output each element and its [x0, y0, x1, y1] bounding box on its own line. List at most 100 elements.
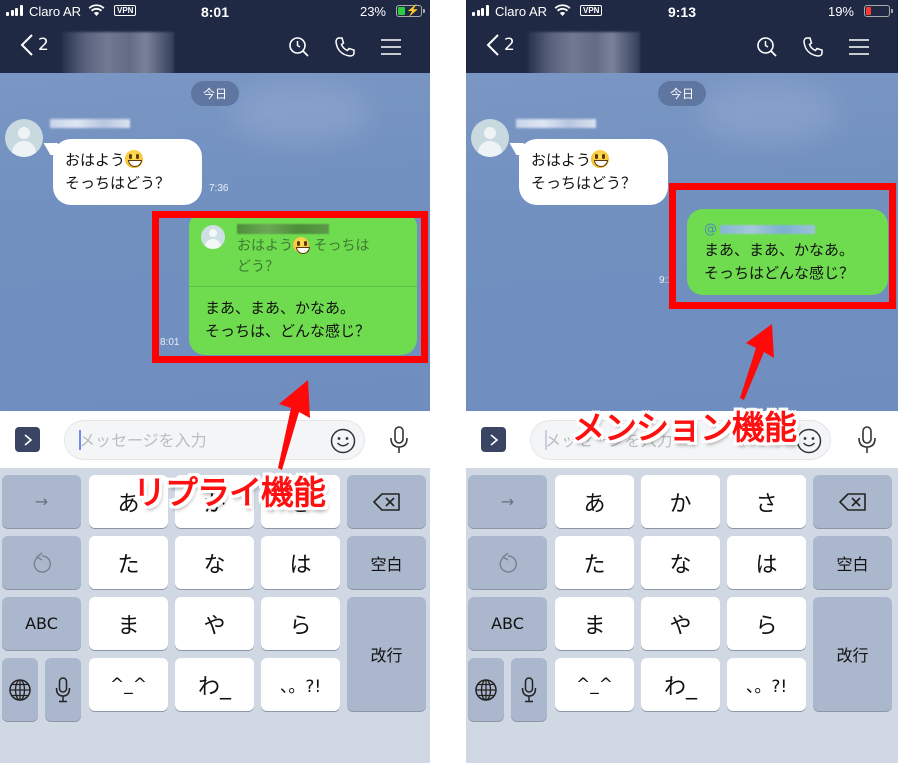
undo-icon: [499, 551, 517, 573]
key-na[interactable]: な: [641, 536, 720, 589]
return-key[interactable]: 改行: [813, 597, 892, 711]
space-key[interactable]: 空白: [813, 536, 892, 589]
message-text: おはよう: [531, 151, 592, 169]
incoming-message[interactable]: おはよう そっちはどう？: [53, 139, 202, 205]
smiley-emoji-icon: [591, 150, 610, 168]
key-ka-label: か: [669, 491, 692, 517]
date-separator: 今日: [190, 81, 240, 106]
key-punctuation-label: 、。?!: [745, 677, 788, 697]
phone-screenshot-mention: Claro AR VPN 9:13 19% 2 今日 おはよう そっちはどう？ …: [466, 0, 898, 763]
incoming-message[interactable]: おはよう そっちはどう？: [519, 139, 668, 205]
back-button[interactable]: 2: [20, 34, 49, 56]
return-key-label: 改行: [836, 646, 869, 665]
key-punctuation-label: 、。?!: [279, 677, 322, 697]
battery-percent: 19%: [827, 4, 854, 19]
key-ya-label: や: [203, 613, 226, 639]
key-ma-label: ま: [117, 613, 140, 639]
key-punctuation[interactable]: 、。?!: [261, 658, 340, 711]
key-ra[interactable]: ら: [727, 597, 806, 650]
return-key[interactable]: 改行: [347, 597, 426, 711]
emoji-icon[interactable]: [796, 428, 822, 454]
microphone-icon[interactable]: [856, 425, 878, 455]
sender-name-blurred: [516, 119, 596, 128]
key-ya[interactable]: や: [175, 597, 254, 650]
key-wa[interactable]: わ_: [175, 658, 254, 711]
globe-key[interactable]: [468, 658, 504, 721]
charging-bolt-icon: ⚡: [406, 5, 420, 17]
menu-icon[interactable]: [380, 36, 402, 58]
phone-icon[interactable]: [802, 36, 824, 58]
key-ha-label: は: [755, 552, 778, 578]
undo-key[interactable]: [468, 536, 547, 589]
back-button[interactable]: 2: [486, 34, 515, 56]
abc-key-label: ABC: [25, 614, 58, 633]
menu-icon[interactable]: [848, 36, 870, 58]
expand-icon: [489, 433, 498, 446]
emoji-icon[interactable]: [330, 428, 356, 454]
key-ta[interactable]: た: [555, 536, 634, 589]
contact-name-blurred: [528, 32, 640, 76]
key-ma[interactable]: ま: [555, 597, 634, 650]
search-history-icon[interactable]: [756, 36, 778, 58]
sender-avatar[interactable]: [471, 119, 509, 157]
key-ma-label: ま: [583, 613, 606, 639]
key-ma[interactable]: ま: [89, 597, 168, 650]
dictation-key[interactable]: [511, 658, 547, 721]
key-ya[interactable]: や: [641, 597, 720, 650]
date-separator: 今日: [657, 81, 707, 106]
feature-callout-label: リプライ機能: [133, 473, 326, 512]
pointer-arrow: [740, 324, 774, 400]
globe-key[interactable]: [2, 658, 38, 721]
key-ha[interactable]: は: [727, 536, 806, 589]
key-na-label: な: [203, 552, 226, 578]
key-sa-label: さ: [755, 491, 778, 517]
key-a[interactable]: あ: [555, 475, 634, 528]
globe-icon: [475, 678, 497, 701]
delete-key[interactable]: [347, 475, 426, 528]
key-na[interactable]: な: [175, 536, 254, 589]
highlight-box: [669, 183, 896, 309]
key-kaomoji[interactable]: ^_^: [555, 658, 634, 711]
undo-icon: [33, 551, 51, 573]
abc-key[interactable]: ABC: [2, 597, 81, 650]
phone-icon[interactable]: [334, 36, 356, 58]
key-wa[interactable]: わ_: [641, 658, 720, 711]
sender-name-blurred: [50, 119, 130, 128]
key-kaomoji-label: ^_^: [576, 674, 613, 695]
delete-key[interactable]: [813, 475, 892, 528]
key-ra[interactable]: ら: [261, 597, 340, 650]
text-caret: [545, 430, 547, 450]
key-sa[interactable]: さ: [727, 475, 806, 528]
key-kaomoji[interactable]: ^_^: [89, 658, 168, 711]
japanese-keyboard: → あ か さた な は 空白 ABC ま や ら改行 ^_^ わ_ 、。?!: [466, 468, 898, 763]
next-key[interactable]: →: [2, 475, 81, 528]
battery-icon: [864, 5, 893, 17]
microphone-icon: [521, 676, 537, 702]
contact-name-blurred: [62, 32, 174, 76]
text-caret: [79, 430, 81, 450]
top-bar: Claro AR VPN 9:13 19% 2: [466, 0, 898, 76]
next-key[interactable]: →: [468, 475, 547, 528]
microphone-icon: [55, 676, 71, 702]
key-ta[interactable]: た: [89, 536, 168, 589]
dictation-key[interactable]: [45, 658, 81, 721]
key-punctuation[interactable]: 、。?!: [727, 658, 806, 711]
return-key-label: 改行: [370, 646, 403, 665]
microphone-icon[interactable]: [388, 425, 410, 455]
chat-header: 2: [466, 28, 898, 76]
key-ka[interactable]: か: [641, 475, 720, 528]
key-ha[interactable]: は: [261, 536, 340, 589]
message-text: おはよう: [65, 151, 126, 169]
space-key-label: 空白: [836, 554, 869, 574]
sender-avatar[interactable]: [5, 119, 43, 157]
expand-button[interactable]: [15, 427, 40, 452]
space-key[interactable]: 空白: [347, 536, 426, 589]
message-input-container[interactable]: [64, 420, 365, 460]
expand-icon: [23, 433, 32, 446]
abc-key[interactable]: ABC: [468, 597, 547, 650]
undo-key[interactable]: [2, 536, 81, 589]
next-key-label: →: [500, 492, 515, 511]
phone-screenshot-reply: Claro AR VPN 8:01 23% ⚡ 2 今日 おはよう そっちはどう…: [0, 0, 430, 763]
expand-button[interactable]: [481, 427, 506, 452]
search-history-icon[interactable]: [288, 36, 310, 58]
